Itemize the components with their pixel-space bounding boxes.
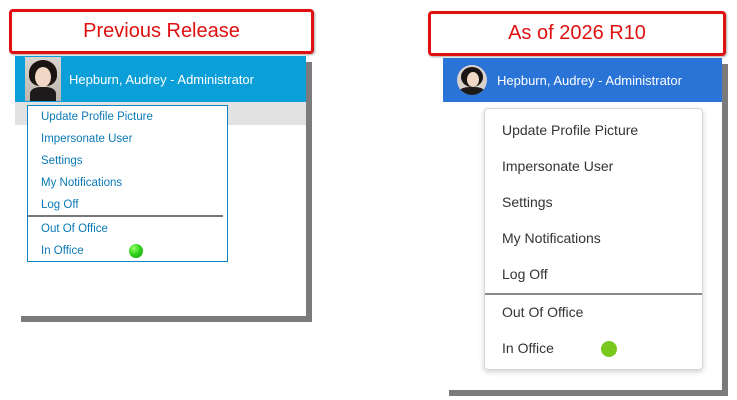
menu-item-update-profile-picture[interactable]: Update Profile Picture [502,122,638,138]
avatar [457,65,487,95]
user-display-name: Hepburn, Audrey - Administrator [69,71,254,87]
menu-item-settings[interactable]: Settings [502,194,553,210]
menu-item-impersonate-user[interactable]: Impersonate User [41,133,132,145]
menu-item-my-notifications[interactable]: My Notifications [41,177,122,189]
menu-item-out-of-office[interactable]: Out Of Office [41,223,108,235]
callout-as-of-2026-r10-text: As of 2026 R10 [508,22,646,44]
menu-item-in-office[interactable]: In Office [502,340,554,356]
menu-item-impersonate-user[interactable]: Impersonate User [502,158,613,174]
new-release-panel: Hepburn, Audrey - Administrator Update P… [443,58,722,390]
menu-item-out-of-office[interactable]: Out Of Office [502,304,583,320]
callout-as-of-2026-r10: As of 2026 R10 [428,11,726,56]
menu-item-settings[interactable]: Settings [41,155,83,167]
user-display-name: Hepburn, Audrey - Administrator [497,72,682,88]
previous-release-panel: Hepburn, Audrey - Administrator Update P… [15,56,306,316]
menu-item-in-office[interactable]: In Office [41,245,84,257]
avatar [25,57,61,101]
status-online-icon [129,244,143,258]
user-header[interactable]: Hepburn, Audrey - Administrator [443,58,722,102]
user-dropdown-menu: Update Profile Picture Impersonate User … [27,105,228,262]
menu-item-log-off[interactable]: Log Off [502,266,548,282]
user-header[interactable]: Hepburn, Audrey - Administrator [15,56,306,102]
status-online-icon [601,341,617,357]
menu-item-my-notifications[interactable]: My Notifications [502,230,601,246]
callout-previous-release: Previous Release [9,9,314,54]
menu-item-update-profile-picture[interactable]: Update Profile Picture [41,111,153,123]
user-dropdown-menu: Update Profile Picture Impersonate User … [484,108,703,370]
menu-divider [28,215,223,217]
menu-divider [485,293,702,295]
menu-item-log-off[interactable]: Log Off [41,199,79,211]
callout-previous-release-text: Previous Release [83,20,240,42]
